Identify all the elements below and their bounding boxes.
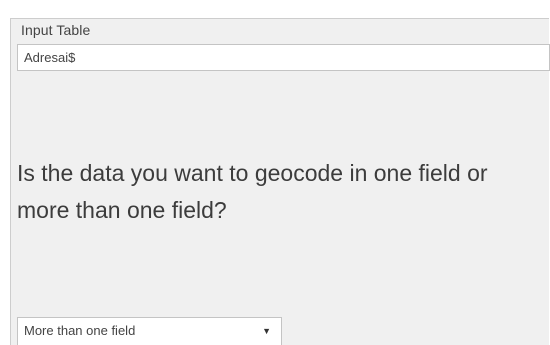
field-mode-dropdown[interactable]: More than one field ▼ [17, 317, 282, 345]
input-table-label: Input Table [21, 22, 91, 38]
field-mode-selected: More than one field [24, 323, 136, 338]
input-table-field[interactable]: Adresai$ [17, 44, 550, 71]
chevron-down-icon[interactable]: ▼ [262, 318, 271, 344]
geocode-question: Is the data you want to geocode in one f… [17, 160, 488, 223]
